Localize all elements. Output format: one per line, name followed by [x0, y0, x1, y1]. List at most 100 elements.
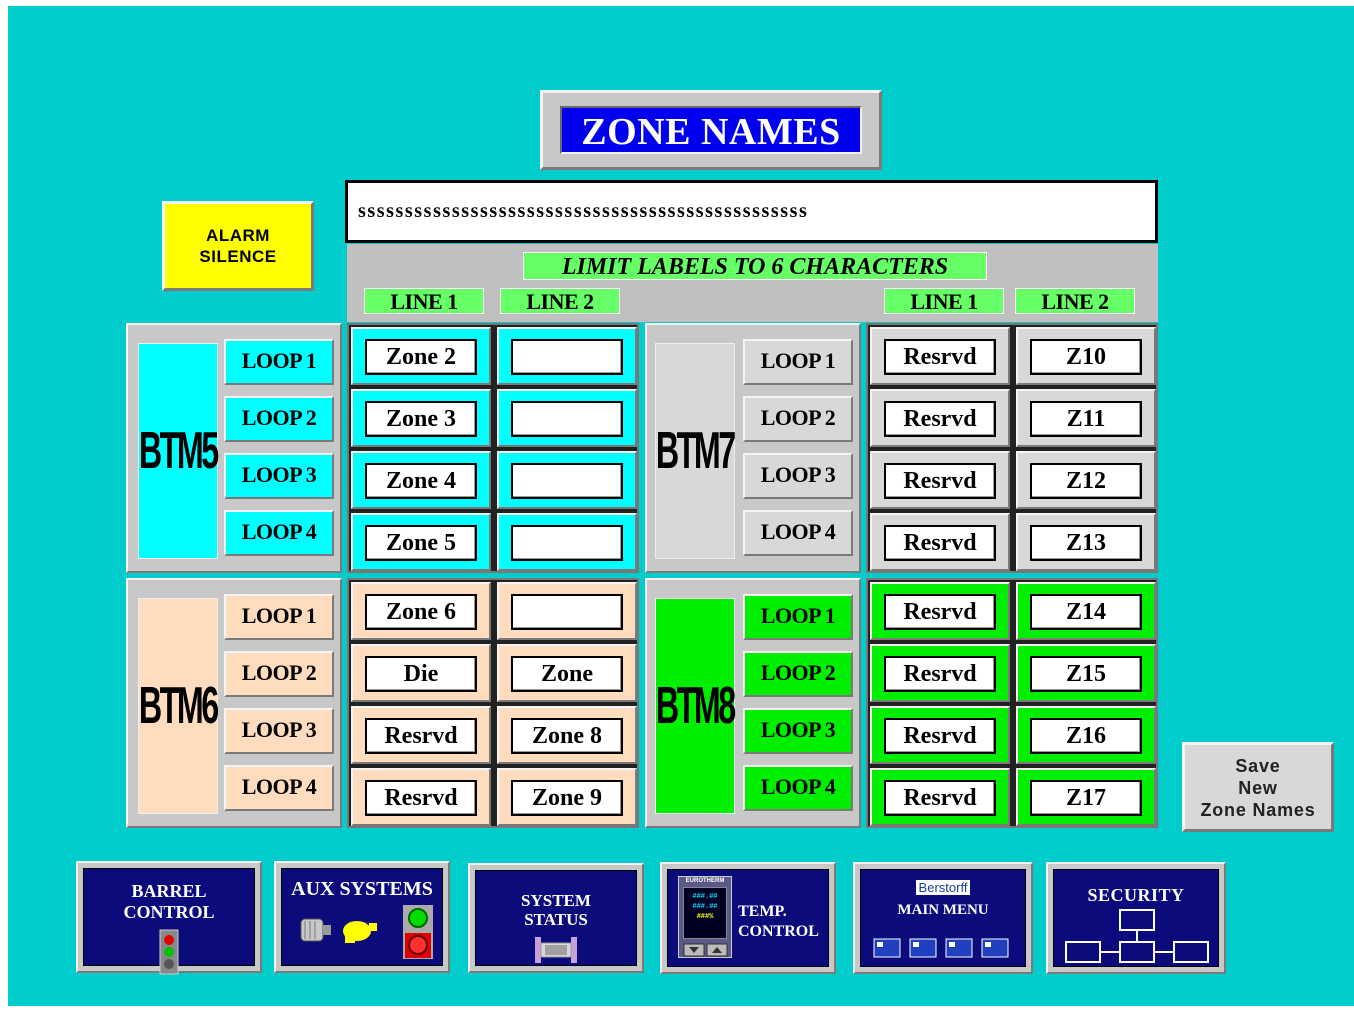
- btm5-loop-1-line1-field[interactable]: Zone 2: [365, 339, 477, 375]
- btm6-loop-4-line2-field[interactable]: Zone 9: [511, 780, 623, 816]
- btm6-loop-4-line1-field[interactable]: Resrvd: [365, 780, 477, 816]
- security-button[interactable]: SECURITY: [1046, 862, 1226, 974]
- btm6-loop-3-line1-field[interactable]: Resrvd: [365, 718, 477, 754]
- alarm-label-line1: ALARM: [206, 226, 270, 245]
- btm6-zone-cell: Zone 8: [497, 706, 637, 764]
- btm7-loop-2-line2-field[interactable]: Z11: [1030, 401, 1142, 437]
- btm7-zone-cell: Z12: [1016, 451, 1156, 509]
- save-label-line3: Zone Names: [1200, 800, 1316, 820]
- aux-label: AUX SYSTEMS: [291, 878, 433, 900]
- btm5-loop-4-line1-field[interactable]: Zone 5: [365, 525, 477, 561]
- btm6-loop-3-label: LOOP 3: [224, 708, 334, 754]
- btm8-loop-3-line1-field[interactable]: Resrvd: [884, 718, 996, 754]
- btm5-zone-cell: [497, 513, 637, 571]
- btm7-loop-2-label: LOOP 2: [743, 396, 853, 442]
- btm5-zone-cell: Zone 5: [351, 513, 491, 571]
- btm8-loop-2-line2-field[interactable]: Z15: [1030, 656, 1142, 692]
- controller-brand: EUROTHERM: [685, 878, 725, 884]
- btm8-loop-4-line2-field[interactable]: Z17: [1030, 780, 1142, 816]
- btm5-loop-1-label: LOOP 1: [224, 339, 334, 385]
- barrel-control-button[interactable]: BARREL CONTROL: [76, 861, 262, 975]
- btm5-zone-cell: Zone 2: [351, 327, 491, 385]
- btm8-loop-1-label: LOOP 1: [743, 594, 853, 640]
- security-label: SECURITY: [1087, 885, 1185, 905]
- btm7-loop-2-line1-field[interactable]: Resrvd: [884, 401, 996, 437]
- aux-systems-button[interactable]: AUX SYSTEMS: [274, 861, 450, 973]
- btm6-zone-cell: Die: [351, 644, 491, 702]
- zone-name-entry-field[interactable]: ssssssssssssssssssssssssssssssssssssssss…: [345, 180, 1158, 243]
- btm8-loop-4-label: LOOP 4: [743, 765, 853, 811]
- btm7-loop-3-line1-field[interactable]: Resrvd: [884, 463, 996, 499]
- btm7-zone-cell: Resrvd: [870, 389, 1010, 447]
- btm6-loop-1-label: LOOP 1: [224, 594, 334, 640]
- btm5-loop-3-line2-field[interactable]: [511, 463, 623, 499]
- btm7-panel: BTM7 LOOP 1 LOOP 2 LOOP 3 LOOP 4: [645, 323, 861, 573]
- btm7-loop-1-label: LOOP 1: [743, 339, 853, 385]
- network-diagram-icon: [1065, 909, 1209, 963]
- btm7-loop-4-line2-field[interactable]: Z13: [1030, 525, 1142, 561]
- btm5-loop-2-line1-field[interactable]: Zone 3: [365, 401, 477, 437]
- btm7-zone-cell: Resrvd: [870, 451, 1010, 509]
- main-menu-button[interactable]: Berstorff MAIN MENU: [853, 862, 1033, 974]
- btm7-loop-3-line2-field[interactable]: Z12: [1030, 463, 1142, 499]
- start-stop-lights-icon: [403, 905, 433, 959]
- btm6-loop-1-line1-field[interactable]: Zone 6: [365, 594, 477, 630]
- btm8-zone-cell: Z15: [1016, 644, 1156, 702]
- btm7-loop-4-line1-field[interactable]: Resrvd: [884, 525, 996, 561]
- page-title: ZONE NAMES: [560, 106, 862, 154]
- motor-icon: [300, 918, 331, 942]
- btm5-zone-cell: Zone 4: [351, 451, 491, 509]
- aux-equipment-icon: [300, 905, 433, 959]
- btm6-label: BTM6: [139, 677, 219, 735]
- temp-label-line2: CONTROL: [738, 923, 819, 940]
- btm7-label: BTM7: [656, 422, 736, 480]
- btm6-loop-2-line1-field[interactable]: Die: [365, 656, 477, 692]
- btm5-zone-table: Zone 2 Zone 3 Zone 4 Zone 5: [347, 323, 639, 573]
- btm8-panel: BTM8 LOOP 1 LOOP 2 LOOP 3 LOOP 4: [645, 578, 861, 828]
- save-new-zone-names-button[interactable]: Save New Zone Names: [1182, 742, 1334, 832]
- btm6-zone-cell: [497, 582, 637, 640]
- controller-readout-2: ###.##: [692, 903, 718, 911]
- btm5-zone-cell: [497, 451, 637, 509]
- hmi-screen: ZONE NAMES ALARM SILENCE sssssssssssssss…: [8, 6, 1354, 1006]
- btm8-loop-1-line1-field[interactable]: Resrvd: [884, 594, 996, 630]
- btm7-module-tile: BTM7: [655, 343, 736, 559]
- btm5-loop-4-label: LOOP 4: [224, 510, 334, 556]
- alarm-silence-button[interactable]: ALARM SILENCE: [162, 201, 314, 291]
- btm5-module-tile: BTM5: [138, 343, 219, 559]
- btm8-loop-4-line1-field[interactable]: Resrvd: [884, 780, 996, 816]
- barrel-label-line2: CONTROL: [123, 902, 215, 922]
- limit-labels-notice: LIMIT LABELS TO 6 CHARACTERS: [523, 252, 987, 280]
- btm5-zone-cell: [497, 327, 637, 385]
- btm7-zone-cell: Resrvd: [870, 327, 1010, 385]
- controller-readout-1: ###.##: [692, 893, 718, 901]
- btm6-loop-3-line2-field[interactable]: Zone 8: [511, 718, 623, 754]
- btm8-loop-2-line1-field[interactable]: Resrvd: [884, 656, 996, 692]
- btm8-zone-cell: Resrvd: [870, 582, 1010, 640]
- system-label-line2: STATUS: [524, 910, 588, 929]
- btm5-loop-3-label: LOOP 3: [224, 453, 334, 499]
- btm8-zone-cell: Resrvd: [870, 644, 1010, 702]
- barrel-label-line1: BARREL: [131, 881, 207, 901]
- alarm-label-line2: SILENCE: [199, 247, 277, 266]
- btm7-loop-1-line2-field[interactable]: Z10: [1030, 339, 1142, 375]
- btm5-loop-4-line2-field[interactable]: [511, 525, 623, 561]
- btm7-loop-1-line1-field[interactable]: Resrvd: [884, 339, 996, 375]
- btm5-loop-2-line2-field[interactable]: [511, 401, 623, 437]
- extruder-status-icon: [535, 937, 577, 963]
- controller-icon: EUROTHERM ###.## ###.## ###%: [678, 876, 732, 958]
- btm7-zone-cell: Z10: [1016, 327, 1156, 385]
- btm8-zone-cell: Z14: [1016, 582, 1156, 640]
- btm5-zone-cell: Zone 3: [351, 389, 491, 447]
- temp-control-button[interactable]: EUROTHERM ###.## ###.## ###% TEMP. CONTR…: [660, 862, 836, 974]
- btm8-loop-3-line2-field[interactable]: Z16: [1030, 718, 1142, 754]
- btm6-zone-cell: Resrvd: [351, 706, 491, 764]
- btm7-zone-cell: Z11: [1016, 389, 1156, 447]
- btm6-loop-1-line2-field[interactable]: [511, 594, 623, 630]
- system-status-button[interactable]: SYSTEM STATUS: [468, 863, 644, 973]
- btm8-loop-1-line2-field[interactable]: Z14: [1030, 594, 1142, 630]
- btm6-loop-2-line2-field[interactable]: Zone: [511, 656, 623, 692]
- btm7-loop-4-label: LOOP 4: [743, 510, 853, 556]
- btm5-loop-1-line2-field[interactable]: [511, 339, 623, 375]
- btm5-loop-3-line1-field[interactable]: Zone 4: [365, 463, 477, 499]
